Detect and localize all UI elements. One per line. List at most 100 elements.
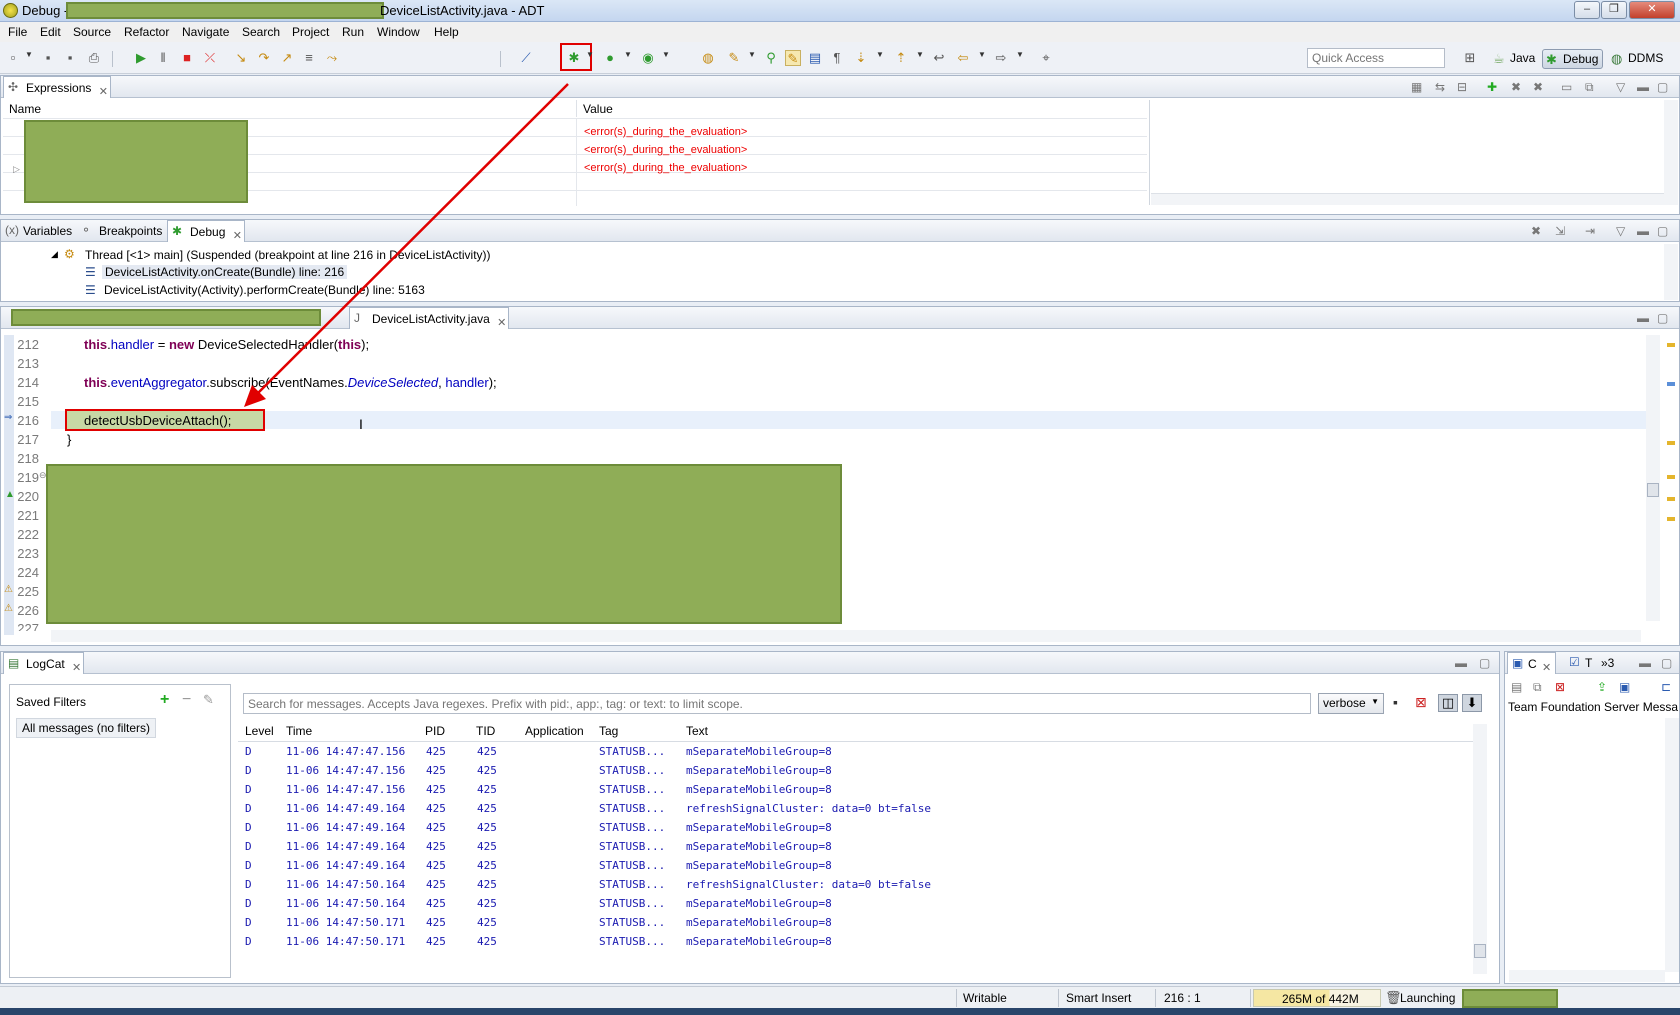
- back-icon[interactable]: ⇦: [955, 50, 971, 66]
- console-tool-icon[interactable]: ▣: [1619, 680, 1630, 694]
- resume-icon[interactable]: ▶: [133, 50, 149, 66]
- step-over-icon[interactable]: ↷: [256, 50, 272, 66]
- add-watch-expression-icon[interactable]: ✚: [1487, 80, 1497, 94]
- new-icon[interactable]: ▫: [5, 50, 21, 66]
- suspend-icon[interactable]: ‖: [155, 50, 171, 66]
- save-log-icon[interactable]: ▪: [1393, 694, 1398, 710]
- close-tab-icon[interactable]: ✕: [497, 317, 506, 329]
- maximize-view-icon[interactable]: ▢: [1479, 656, 1490, 670]
- close-window-button[interactable]: ✕: [1629, 1, 1675, 19]
- remove-terminated-icon[interactable]: ✖: [1531, 224, 1541, 238]
- use-step-filters-icon[interactable]: ⤳: [324, 50, 340, 66]
- maximize-view-icon[interactable]: ▢: [1661, 656, 1672, 670]
- print-icon[interactable]: ⎙: [86, 50, 102, 66]
- collapse-icon[interactable]: ⇲: [1555, 224, 1565, 238]
- tab-debug[interactable]: ✱ Debug ✕: [167, 220, 245, 242]
- minimize-view-icon[interactable]: ▬: [1637, 311, 1649, 325]
- tab-breakpoints[interactable]: ⚬ Breakpoints: [77, 220, 168, 242]
- step-return-icon[interactable]: ↗: [279, 50, 295, 66]
- maximize-view-icon[interactable]: ▢: [1657, 311, 1668, 325]
- disconnect-icon[interactable]: ⤫: [202, 50, 218, 66]
- console-tool-icon[interactable]: ⊠: [1555, 680, 1565, 694]
- filter-item-all-messages[interactable]: All messages (no filters): [16, 718, 157, 738]
- minimize-view-icon[interactable]: ▬: [1639, 656, 1651, 670]
- new-detail-icon[interactable]: ▭: [1561, 80, 1572, 94]
- clear-log-icon[interactable]: ⊠: [1415, 694, 1427, 711]
- menu-project[interactable]: Project: [292, 25, 329, 39]
- step-filter-view-icon[interactable]: ⇥: [1585, 224, 1595, 238]
- scroll-lock-icon[interactable]: ⬇: [1462, 694, 1482, 712]
- menu-file[interactable]: File: [8, 25, 27, 39]
- add-filter-icon[interactable]: +: [160, 691, 169, 709]
- close-tab-icon[interactable]: ✕: [233, 230, 242, 242]
- external-tools-dropdown-icon[interactable]: ▼: [662, 50, 670, 59]
- column-pid[interactable]: PID: [425, 724, 445, 738]
- stack-frame-item[interactable]: DeviceListActivity.onCreate(Bundle) line…: [102, 265, 348, 279]
- minimize-window-button[interactable]: –: [1574, 1, 1600, 19]
- previous-annotation-icon[interactable]: ⇡: [893, 50, 909, 66]
- logcat-search-input[interactable]: [243, 693, 1311, 714]
- show-logical-structure-icon[interactable]: ⇆: [1435, 80, 1445, 94]
- column-application[interactable]: Application: [525, 724, 584, 738]
- skip-breakpoints-icon[interactable]: ⟋: [518, 50, 534, 66]
- console-tool-icon[interactable]: ⊏: [1661, 680, 1671, 694]
- remove-all-expressions-icon[interactable]: ✖: [1533, 80, 1543, 94]
- tab-console[interactable]: ▣ C ✕: [1507, 652, 1557, 674]
- column-tag[interactable]: Tag: [599, 724, 618, 738]
- drop-to-frame-icon[interactable]: ≡: [301, 50, 317, 66]
- back-dropdown-icon[interactable]: ▼: [978, 50, 986, 59]
- layout-icon[interactable]: ⧉: [1585, 80, 1594, 95]
- detail-horizontal-scrollbar[interactable]: [1151, 193, 1665, 205]
- previous-annotation-dropdown-icon[interactable]: ▼: [916, 50, 924, 59]
- console-tool-icon[interactable]: ⇪: [1597, 680, 1607, 694]
- console-tool-icon[interactable]: ▤: [1511, 680, 1522, 694]
- editor-vertical-scrollbar[interactable]: [1646, 335, 1660, 621]
- terminate-icon[interactable]: ■: [179, 50, 195, 66]
- close-tab-icon[interactable]: ✕: [1542, 662, 1551, 674]
- collapse-all-icon[interactable]: ⊟: [1457, 80, 1467, 94]
- menu-help[interactable]: Help: [434, 25, 459, 39]
- search-dropdown-icon[interactable]: ▼: [748, 50, 756, 59]
- perspective-java[interactable]: ☕ Java: [1490, 49, 1539, 69]
- column-level[interactable]: Level: [245, 724, 274, 738]
- minimize-view-icon[interactable]: ▬: [1637, 224, 1649, 238]
- tab-logcat[interactable]: ▤ LogCat ✕: [3, 652, 85, 674]
- debug-vertical-scrollbar[interactable]: [1664, 244, 1678, 300]
- column-text[interactable]: Text: [686, 724, 708, 738]
- log-level-select[interactable]: verbose ▼: [1318, 693, 1384, 714]
- open-perspective-icon[interactable]: ⊞: [1462, 50, 1478, 66]
- edit-filter-icon[interactable]: ✎: [203, 692, 214, 708]
- column-time[interactable]: Time: [286, 724, 312, 738]
- menu-edit[interactable]: Edit: [40, 25, 61, 39]
- save-icon[interactable]: ▪: [40, 50, 56, 66]
- mark-occurrences-icon[interactable]: ✎: [785, 50, 801, 66]
- column-tid[interactable]: TID: [476, 724, 495, 738]
- perspective-ddms[interactable]: ◍ DDMS: [1608, 49, 1667, 69]
- forward-icon[interactable]: ⇨: [993, 50, 1009, 66]
- editor-horizontal-scrollbar[interactable]: [51, 630, 1641, 642]
- column-name[interactable]: Name: [3, 100, 577, 117]
- console-tool-icon[interactable]: ⧉: [1533, 680, 1542, 695]
- suspended-thread-item[interactable]: Thread [<1> main] (Suspended (breakpoint…: [85, 248, 491, 262]
- forward-dropdown-icon[interactable]: ▼: [1016, 50, 1024, 59]
- show-type-names-icon[interactable]: ▦: [1411, 80, 1422, 94]
- remove-filter-icon[interactable]: −: [182, 691, 191, 709]
- debug-bug-icon[interactable]: ✱: [566, 50, 582, 66]
- expand-arrow-icon[interactable]: ▷: [13, 164, 20, 175]
- maximize-view-icon[interactable]: ▢: [1657, 80, 1668, 94]
- view-menu-icon[interactable]: ▽: [1616, 224, 1625, 238]
- menu-search[interactable]: Search: [242, 25, 280, 39]
- pin-editor-icon[interactable]: ⌖: [1038, 50, 1054, 66]
- tab-variables[interactable]: (x) Variables: [1, 220, 78, 242]
- toggle-breakpoint-icon[interactable]: ⚲: [763, 50, 779, 66]
- menu-navigate[interactable]: Navigate: [182, 25, 229, 39]
- minimize-view-icon[interactable]: ▬: [1637, 80, 1649, 94]
- tab-expressions[interactable]: ✣ Expressions ✕: [3, 76, 111, 98]
- menu-window[interactable]: Window: [377, 25, 420, 39]
- next-annotation-dropdown-icon[interactable]: ▼: [876, 50, 884, 59]
- quick-access-input[interactable]: [1307, 48, 1445, 68]
- run-dropdown-icon[interactable]: ▼: [624, 50, 632, 59]
- menu-run[interactable]: Run: [342, 25, 364, 39]
- block-selection-icon[interactable]: ▤: [807, 50, 823, 66]
- maximize-view-icon[interactable]: ▢: [1657, 224, 1668, 238]
